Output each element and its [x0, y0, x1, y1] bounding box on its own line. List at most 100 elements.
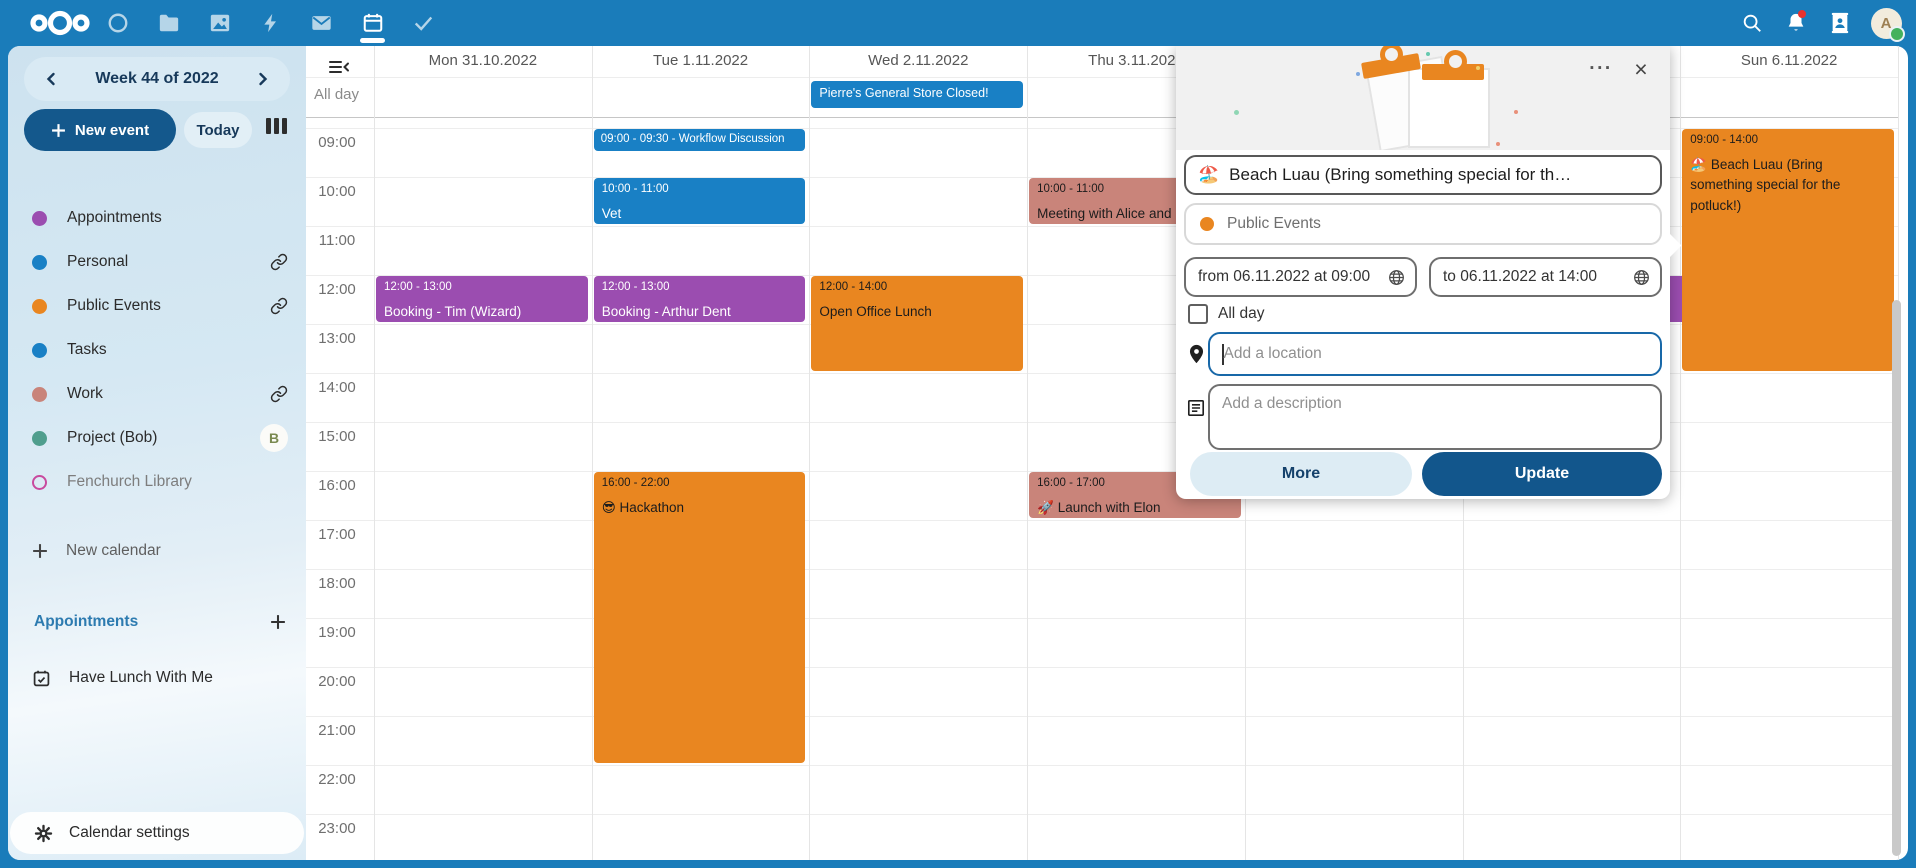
sidebar-calendar-work[interactable]: Work: [8, 372, 306, 416]
hour-label: 23:00: [310, 820, 364, 837]
event-label: Pierre's General Store Closed!: [819, 86, 1015, 100]
event-booking-arthur-dent[interactable]: 12:00 - 13:00Booking - Arthur Dent: [594, 276, 806, 322]
start-datetime-input[interactable]: from 06.11.2022 at 09:00: [1184, 257, 1417, 297]
event-label: 09:00 - 09:30 - Workflow Discussion: [601, 133, 799, 145]
sidebar-calendar-appointments[interactable]: Appointments: [8, 196, 306, 240]
photos-app-icon[interactable]: [194, 0, 245, 46]
sidebar-calendar-tasks[interactable]: Tasks: [8, 328, 306, 372]
end-datetime-input[interactable]: to 06.11.2022 at 14:00: [1429, 257, 1662, 297]
contacts-icon[interactable]: [1818, 0, 1862, 46]
share-link-icon[interactable]: [270, 385, 288, 403]
event-title: Open Office Lunch: [819, 302, 1015, 322]
event-title: Vet: [602, 204, 798, 224]
close-icon[interactable]: ×: [1624, 52, 1658, 86]
more-options-icon[interactable]: ···: [1584, 52, 1618, 86]
calendar-label: Personal: [67, 253, 270, 271]
calendar-settings-button[interactable]: Calendar settings: [10, 812, 304, 854]
next-week-button[interactable]: [252, 68, 274, 90]
week-title: Week 44 of 2022: [95, 70, 218, 88]
column-line: [374, 46, 375, 860]
notifications-bell-icon[interactable]: [1774, 0, 1818, 46]
sidebar-calendar-public-events[interactable]: Public Events: [8, 284, 306, 328]
appointments-heading: Appointments: [34, 613, 138, 631]
hour-line: [306, 765, 1898, 766]
sidebar-calendar-fenchurch-library[interactable]: Fenchurch Library: [8, 460, 306, 504]
sidebar-calendar-project-bob[interactable]: Project (Bob)B: [8, 416, 306, 460]
hour-line: [306, 667, 1898, 668]
allday-event-pierre-s-general-store-closed[interactable]: Pierre's General Store Closed!: [811, 81, 1023, 108]
event-beach-luau-bring-something-special-for-the-potluck[interactable]: 09:00 - 14:00🏖️ Beach Luau (Bring someth…: [1682, 129, 1894, 371]
calendar-picker[interactable]: Public Events: [1184, 203, 1662, 245]
all-day-checkbox-label: All day: [1218, 305, 1265, 323]
all-day-toggle[interactable]: All day: [1188, 304, 1265, 324]
share-link-icon[interactable]: [270, 253, 288, 271]
calendar-color-dot: [32, 211, 47, 226]
hour-line: [306, 520, 1898, 521]
activity-app-icon[interactable]: [245, 0, 296, 46]
vertical-scrollbar[interactable]: [1892, 300, 1901, 856]
talk-app-icon[interactable]: [92, 0, 143, 46]
appointment-item-have-lunch-with-me[interactable]: Have Lunch With Me: [8, 656, 306, 700]
avatar[interactable]: A: [1871, 8, 1902, 39]
search-icon[interactable]: [1730, 0, 1774, 46]
hour-label: 22:00: [310, 771, 364, 788]
location-input[interactable]: Add a location: [1208, 332, 1662, 376]
all-day-checkbox[interactable]: [1188, 304, 1208, 324]
calendar-trailing: [270, 297, 288, 315]
user-menu[interactable]: A: [1862, 0, 1906, 46]
calendar-app-icon[interactable]: [347, 0, 398, 46]
timezone-globe-icon[interactable]: [1388, 269, 1405, 286]
event-open-office-lunch[interactable]: 12:00 - 14:00Open Office Lunch: [811, 276, 1023, 371]
previous-week-button[interactable]: [40, 68, 62, 90]
calendar-label: Fenchurch Library: [67, 473, 288, 491]
sidebar-calendar-personal[interactable]: Personal: [8, 240, 306, 284]
description-input[interactable]: Add a description: [1208, 384, 1662, 450]
tasks-app-icon[interactable]: [398, 0, 449, 46]
day-header-7: Sun 6.11.2022: [1680, 52, 1898, 74]
hour-label: 11:00: [310, 232, 364, 249]
week-switcher: Week 44 of 2022: [24, 57, 290, 101]
update-button[interactable]: Update: [1422, 452, 1662, 496]
event-09-00-09-30-workflow-discussion[interactable]: 09:00 - 09:30 - Workflow Discussion: [594, 129, 806, 151]
day-header-1: Mon 31.10.2022: [374, 52, 592, 74]
view-mode-icon[interactable]: [266, 118, 287, 134]
new-event-button[interactable]: New event: [24, 109, 176, 151]
event-vet[interactable]: 10:00 - 11:00 Vet: [594, 178, 806, 224]
location-placeholder: Add a location: [1224, 345, 1322, 363]
share-link-icon[interactable]: [270, 297, 288, 315]
hour-label: 10:00: [310, 183, 364, 200]
event-title-input[interactable]: 🏖️ Beach Luau (Bring something special f…: [1184, 155, 1662, 195]
files-app-icon[interactable]: [143, 0, 194, 46]
calendar-label: Work: [67, 385, 270, 403]
plus-icon: [51, 123, 66, 138]
event-booking-tim-wizard[interactable]: 12:00 - 13:00Booking - Tim (Wizard): [376, 276, 588, 322]
timezone-globe-icon[interactable]: [1633, 269, 1650, 286]
hour-label: 18:00: [310, 575, 364, 592]
today-button[interactable]: Today: [184, 112, 252, 148]
calendar-color-dot: [32, 343, 47, 358]
start-datetime-value: from 06.11.2022 at 09:00: [1198, 268, 1370, 286]
event-hackathon[interactable]: 16:00 - 22:00😎 Hackathon: [594, 472, 806, 763]
nextcloud-logo-icon[interactable]: [26, 7, 94, 39]
topbar-right: A: [1730, 0, 1906, 46]
new-event-label: New event: [75, 122, 149, 139]
mail-app-icon[interactable]: [296, 0, 347, 46]
description-placeholder: Add a description: [1222, 395, 1342, 413]
calendar-label: Public Events: [67, 297, 270, 315]
calendar-trailing: B: [260, 424, 288, 452]
calendar-ring-icon: [32, 475, 47, 490]
add-appointment-config-icon[interactable]: [270, 614, 286, 630]
hour-line: [306, 618, 1898, 619]
hour-label: 16:00: [310, 477, 364, 494]
calendar-label: Appointments: [67, 209, 288, 227]
event-editor-popup: ··· × 🏖️ Beach Luau (Bring something spe…: [1176, 46, 1670, 499]
hour-label: 14:00: [310, 379, 364, 396]
day-header-3: Wed 2.11.2022: [809, 52, 1027, 74]
calendar-color-dot: [32, 431, 47, 446]
hour-label: 17:00: [310, 526, 364, 543]
hour-label: 09:00: [310, 134, 364, 151]
more-button[interactable]: More: [1190, 452, 1412, 496]
nextcloud-calendar-app: A Week 44 of 2022 New event To: [0, 0, 1916, 868]
event-time: 10:00 - 11:00: [602, 183, 798, 195]
new-calendar-button[interactable]: New calendar: [8, 529, 306, 573]
